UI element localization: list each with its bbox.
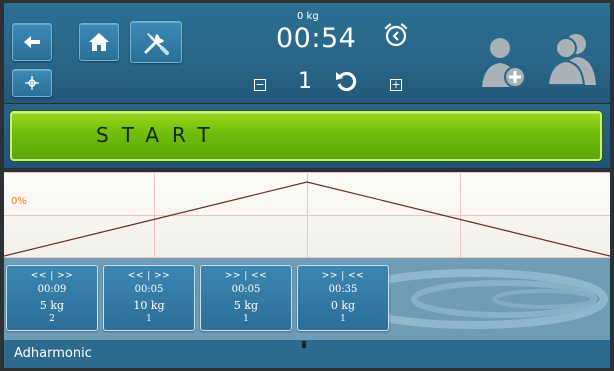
segment-reps: 1	[243, 314, 249, 324]
profile-plot	[4, 181, 610, 257]
segment-weight: 5 kg	[233, 299, 259, 312]
back-button[interactable]	[12, 23, 52, 61]
tools-button[interactable]	[130, 21, 182, 63]
page-indicator	[302, 341, 306, 348]
segment-card[interactable]: << | >> 00:09 5 kg 2	[6, 265, 98, 331]
home-icon	[89, 33, 109, 51]
profile-graph: 0%	[4, 172, 610, 258]
segment-reps: 2	[49, 314, 55, 324]
user-add-icon	[482, 38, 526, 88]
segment-reps: 1	[340, 314, 346, 324]
segment-direction: << | >>	[30, 271, 74, 281]
repeat-icon	[336, 71, 357, 92]
add-user-button[interactable]	[480, 37, 528, 93]
start-zone: START	[4, 104, 610, 168]
app-frame: 0 kg 00:54 − 1 + START 0% << | >> 00:09 …	[0, 0, 614, 371]
profile-line	[4, 181, 610, 257]
segment-direction: >> | <<	[321, 271, 365, 281]
segment-card[interactable]: << | >> 00:05 10 kg 1	[103, 265, 195, 331]
segment-time: 00:09	[37, 284, 67, 295]
arrow-left-icon	[24, 36, 40, 48]
home-button[interactable]	[79, 23, 119, 61]
mode-label: Adharmonic	[14, 346, 92, 361]
header-bar: 0 kg 00:54 − 1 +	[4, 3, 610, 103]
current-weight: 0 kg	[297, 11, 319, 22]
segment-card[interactable]: >> | << 00:35 0 kg 1	[297, 265, 389, 331]
footer-bar: Adharmonic	[4, 340, 610, 368]
crosshair-icon	[25, 76, 39, 90]
segment-time: 00:05	[231, 284, 261, 295]
tools-icon	[144, 33, 169, 55]
repeat-button[interactable]	[335, 70, 357, 96]
increase-reps-button[interactable]: +	[390, 79, 402, 91]
segment-weight: 0 kg	[330, 299, 356, 312]
users-button[interactable]	[546, 33, 596, 89]
alarm-button[interactable]	[384, 23, 408, 51]
segment-time: 00:35	[328, 284, 358, 295]
segment-card[interactable]: >> | << 00:05 5 kg 1	[200, 265, 292, 331]
users-icon	[546, 34, 596, 86]
alarm-clock-icon	[384, 23, 408, 47]
segment-direction: << | >>	[127, 271, 171, 281]
segment-direction: >> | <<	[224, 271, 268, 281]
start-button[interactable]: START	[10, 111, 602, 161]
segment-reps: 1	[146, 314, 152, 324]
segment-time: 00:05	[134, 284, 164, 295]
timer-display: 00:54	[276, 23, 357, 54]
repetition-count: 1	[298, 69, 312, 94]
start-label: START	[96, 123, 223, 147]
segment-weight: 10 kg	[133, 299, 165, 312]
segments-strip: << | >> 00:09 5 kg 2 << | >> 00:05 10 kg 1 >> | …	[4, 258, 610, 340]
decrease-reps-button[interactable]: −	[254, 79, 266, 91]
target-button[interactable]	[12, 69, 52, 97]
segment-weight: 5 kg	[39, 299, 65, 312]
